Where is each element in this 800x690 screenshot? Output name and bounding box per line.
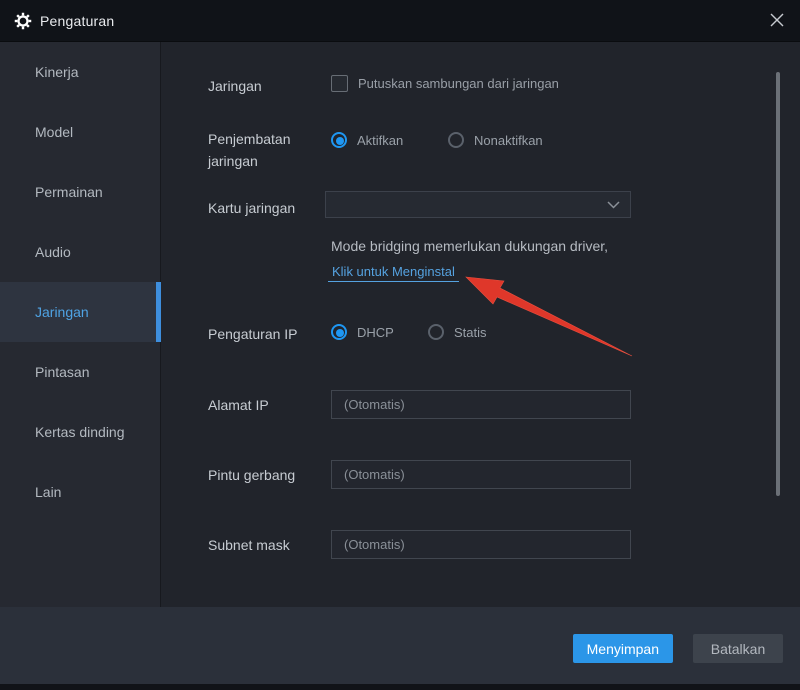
sidebar-item-label: Permainan [35,184,103,200]
radio-checked-icon [331,324,347,340]
ip-settings-radio-group: DHCP Statis [161,322,800,342]
bridging-disable-label: Nonaktifkan [474,133,543,148]
disconnect-network-checkbox[interactable] [331,75,348,92]
sidebar-item-kinerja[interactable]: Kinerja [0,42,160,102]
bridging-radio-group: Aktifkan Nonaktifkan [161,130,800,150]
gateway-label: Pintu gerbang [208,464,295,486]
bridging-enable-label: Aktifkan [357,133,403,148]
sidebar-item-label: Model [35,124,73,140]
sidebar-item-audio[interactable]: Audio [0,222,160,282]
gear-icon [14,12,32,30]
bridging-enable-radio[interactable]: Aktifkan [331,132,403,148]
network-label: Jaringan [208,75,262,97]
ip-address-input[interactable] [331,390,631,419]
radio-checked-icon [331,132,347,148]
chevron-down-icon [607,201,620,209]
static-radio[interactable]: Statis [428,324,487,340]
radio-unchecked-icon [428,324,444,340]
sidebar-item-jaringan[interactable]: Jaringan [0,282,160,342]
title-bar: Pengaturan [0,0,800,42]
subnet-mask-label: Subnet mask [208,534,290,556]
sidebar-item-label: Kertas dinding [35,424,125,440]
sidebar-item-label: Pintasan [35,364,89,380]
sidebar-item-lain[interactable]: Lain [0,462,160,522]
network-card-label: Kartu jaringan [208,197,295,219]
static-label: Statis [454,325,487,340]
gateway-input[interactable] [331,460,631,489]
sidebar-item-label: Audio [35,244,71,260]
sidebar-item-label: Lain [35,484,61,500]
disconnect-network-checkbox-label[interactable]: Putuskan sambungan dari jaringan [358,76,559,91]
save-button[interactable]: Menyimpan [573,634,673,663]
subnet-mask-input[interactable] [331,530,631,559]
cancel-button[interactable]: Batalkan [693,634,783,663]
close-button[interactable] [760,4,794,36]
settings-content: Jaringan Putuskan sambungan dari jaringa… [161,42,800,607]
dhcp-label: DHCP [357,325,394,340]
main-area: Kinerja Model Permainan Audio Jaringan P… [0,42,800,607]
ip-address-label: Alamat IP [208,394,269,416]
network-card-select[interactable] [325,191,631,218]
vertical-scrollbar[interactable] [776,72,780,496]
sidebar: Kinerja Model Permainan Audio Jaringan P… [0,42,161,607]
sidebar-item-model[interactable]: Model [0,102,160,162]
sidebar-item-label: Jaringan [35,304,89,320]
sidebar-item-kertas-dinding[interactable]: Kertas dinding [0,402,160,462]
sidebar-item-pintasan[interactable]: Pintasan [0,342,160,402]
dhcp-radio[interactable]: DHCP [331,324,394,340]
sidebar-item-label: Kinerja [35,64,79,80]
radio-unchecked-icon [448,132,464,148]
footer-bar: Menyimpan Batalkan [0,607,800,690]
window-title: Pengaturan [40,13,114,29]
install-driver-link[interactable]: Klik untuk Menginstal [328,264,459,282]
sidebar-item-permainan[interactable]: Permainan [0,162,160,222]
settings-window: Pengaturan Kinerja Model Permainan Audio… [0,0,800,690]
bridging-disable-radio[interactable]: Nonaktifkan [448,132,543,148]
disconnect-network-row: Putuskan sambungan dari jaringan [331,73,559,93]
driver-note-text: Mode bridging memerlukan dukungan driver… [331,238,608,254]
